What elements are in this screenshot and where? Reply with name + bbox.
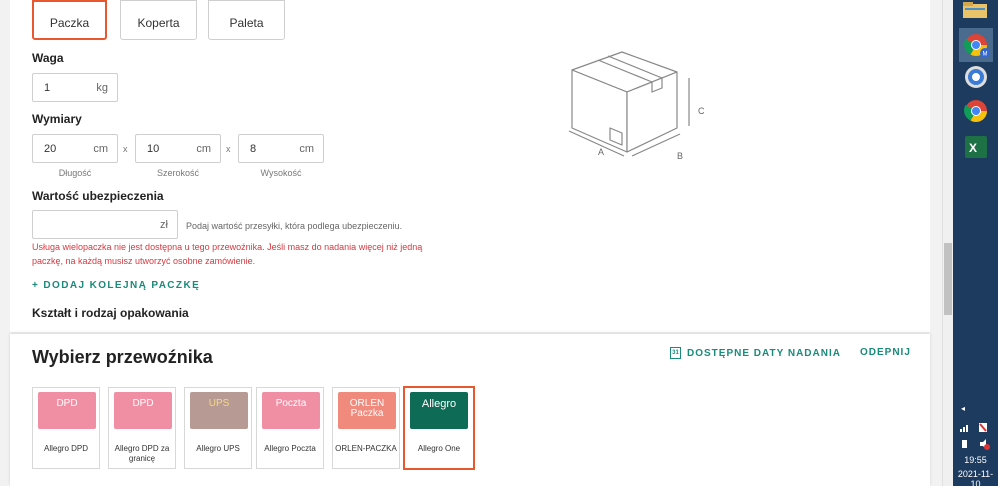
carrier-logo: DPD	[38, 392, 96, 429]
length-value: 20	[44, 143, 57, 155]
multipackage-error: Usługa wielopaczka nie jest dostępna u t…	[32, 242, 423, 266]
weight-unit: kg	[96, 82, 108, 94]
clock-time[interactable]: 19:55	[953, 455, 998, 465]
width-sublabel: Szerokość	[156, 168, 200, 178]
carrier-tile[interactable]: Poczta Allegro Poczta	[256, 387, 324, 469]
available-dates-link[interactable]: 31 DOSTĘPNE DATY NADANIA	[670, 347, 841, 359]
package-type-label: Paczka	[49, 16, 90, 30]
width-unit: cm	[196, 143, 211, 155]
control-panel-icon[interactable]	[961, 62, 991, 92]
insurance-input[interactable]: zł	[32, 210, 178, 239]
shape-label: Kształt i rodzaj opakowania	[32, 306, 189, 320]
length-sublabel: Długość	[58, 168, 92, 178]
carrier-tile[interactable]: DPD Allegro DPD za granicę	[108, 387, 176, 469]
length-input[interactable]: 20 cm	[32, 134, 118, 163]
package-type-koperta[interactable]: Koperta	[120, 0, 197, 40]
diagram-label-c: C	[698, 106, 705, 116]
clock-date[interactable]: 2021-11-10	[953, 469, 998, 486]
carrier-name: Allegro DPD za granicę	[114, 444, 170, 463]
package-type-paczka[interactable]: Paczka	[32, 0, 107, 40]
package-type-label: Paleta	[229, 16, 264, 30]
available-dates-label: DOSTĘPNE DATY NADANIA	[687, 347, 841, 359]
scroll-thumb[interactable]	[944, 243, 952, 315]
deselect-link[interactable]: ODEPNIJ	[860, 347, 911, 358]
chrome-icon[interactable]	[961, 96, 991, 126]
diagram-label-a: A	[598, 147, 604, 157]
carrier-name: Allegro One	[417, 444, 461, 453]
excel-icon[interactable]: X	[961, 132, 991, 162]
tray-volume-icon[interactable]	[959, 437, 991, 450]
diagram-label-b: B	[677, 151, 683, 161]
box-dimensions-diagram: A B C	[568, 51, 705, 161]
times-sign: x	[123, 144, 128, 154]
package-type-paleta[interactable]: Paleta	[208, 0, 285, 40]
calendar-icon: 31	[670, 347, 681, 359]
weight-label: Waga	[32, 51, 64, 65]
tray-chevron-icon[interactable]: ◂	[961, 404, 965, 413]
carrier-logo: Poczta	[262, 392, 320, 429]
tray-network-icon[interactable]	[959, 420, 991, 432]
carrier-section-title: Wybierz przewoźnika	[32, 347, 213, 367]
height-sublabel: Wysokość	[260, 168, 302, 178]
carrier-logo: UPS	[190, 392, 248, 429]
carrier-logo: ORLEN Paczka	[338, 392, 396, 429]
width-value: 10	[147, 143, 160, 155]
package-type-label: Koperta	[137, 16, 180, 30]
width-input[interactable]: 10 cm	[135, 134, 221, 163]
carrier-logo: Allegro	[410, 392, 468, 429]
page-scrollbar[interactable]	[942, 0, 953, 486]
weight-input[interactable]: 1 kg	[32, 73, 118, 102]
carrier-tile[interactable]: Allegro Allegro One	[403, 386, 475, 470]
insurance-hint: Podaj wartość przesyłki, która podlega u…	[186, 221, 403, 231]
carrier-section: Wybierz przewoźnika 31 DOSTĘPNE DATY NAD…	[10, 334, 930, 486]
package-form: Paczka Koperta Paleta Waga 1 kg Wymiary …	[10, 0, 930, 332]
carrier-name: ORLEN-PACZKA	[335, 444, 397, 453]
page: Paczka Koperta Paleta Waga 1 kg Wymiary …	[0, 0, 942, 486]
carrier-name: Allegro Poczta	[264, 444, 316, 453]
carrier-tile[interactable]: UPS Allegro UPS	[184, 387, 252, 469]
carrier-name: Allegro DPD	[43, 444, 88, 453]
windows-taskbar: M X ◂ 19:55 2021-11-10	[953, 0, 998, 486]
dimensions-label: Wymiary	[32, 112, 82, 126]
carrier-logo: DPD	[114, 392, 172, 429]
svg-text:M: M	[983, 52, 988, 58]
add-package-link[interactable]: + DODAJ KOLEJNĄ PACZKĘ	[32, 280, 200, 291]
carrier-name: Allegro UPS	[196, 444, 240, 453]
height-unit: cm	[299, 143, 314, 155]
carrier-tile[interactable]: ORLEN Paczka ORLEN-PACZKA	[332, 387, 400, 469]
file-explorer-icon[interactable]	[961, 0, 989, 20]
chrome-icon[interactable]: M	[959, 28, 993, 62]
height-input[interactable]: 8 cm	[238, 134, 324, 163]
length-unit: cm	[93, 143, 108, 155]
insurance-label: Wartość ubezpieczenia	[32, 189, 164, 203]
weight-value: 1	[44, 82, 51, 94]
height-value: 8	[250, 143, 257, 155]
svg-text:X: X	[969, 141, 977, 155]
times-sign: x	[226, 144, 231, 154]
carrier-tile[interactable]: DPD Allegro DPD	[32, 387, 100, 469]
insurance-unit: zł	[160, 219, 168, 231]
